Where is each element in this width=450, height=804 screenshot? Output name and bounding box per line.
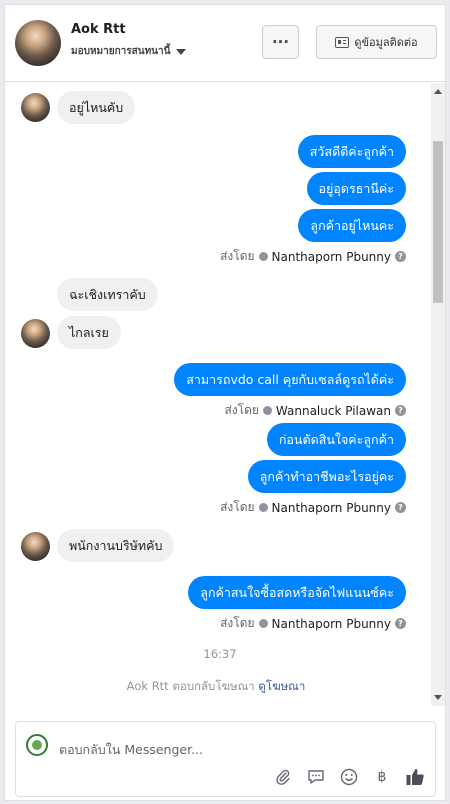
message-composer: ตอบกลับใน Messenger... ฿ bbox=[15, 721, 436, 797]
outgoing-message: สวัสดีดีค่ะลูกค้า bbox=[297, 135, 406, 168]
contact-avatar-small bbox=[21, 532, 50, 561]
sent-by-label: ส่งโดย Nanthaporn Pbunny ? bbox=[220, 247, 406, 266]
page-avatar bbox=[26, 734, 48, 756]
conversation-header: Aok Rtt มอบหมายการสนทนานี้ ··· ดูข้อมูลต… bbox=[5, 5, 445, 82]
sent-by-label: ส่งโดย Nanthaporn Pbunny ? bbox=[220, 498, 406, 517]
view-contact-button[interactable]: ดูข้อมูลติดต่อ bbox=[316, 25, 437, 59]
ad-reply-notice: Aok Rtt ตอบกลับโฆษณา ดูโฆษณา bbox=[5, 678, 427, 696]
sent-by-label: ส่งโดย Wannaluck Pilawan ? bbox=[224, 401, 406, 420]
check-icon bbox=[258, 503, 268, 512]
saved-reply-icon[interactable] bbox=[306, 767, 326, 787]
scroll-up-arrow-icon[interactable] bbox=[434, 89, 442, 94]
contact-card-icon bbox=[335, 36, 350, 48]
emoji-icon[interactable] bbox=[339, 767, 359, 787]
sender-name: Nanthaporn Pbunny bbox=[271, 249, 391, 264]
sent-by-prefix: ส่งโดย bbox=[220, 500, 255, 514]
outgoing-message: ลูกค้าอยู่ไหนคะ bbox=[298, 209, 406, 242]
sender-name: Nanthaporn Pbunny bbox=[271, 500, 391, 515]
baht-icon[interactable]: ฿ bbox=[372, 767, 392, 787]
check-icon bbox=[258, 252, 268, 261]
contact-avatar[interactable] bbox=[15, 20, 61, 66]
help-icon[interactable]: ? bbox=[395, 251, 406, 262]
check-icon bbox=[262, 406, 272, 415]
conversation-panel: Aok Rtt มอบหมายการสนทนานี้ ··· ดูข้อมูลต… bbox=[4, 4, 446, 801]
more-icon: ··· bbox=[271, 33, 290, 51]
sent-by-prefix: ส่งโดย bbox=[220, 249, 255, 263]
outgoing-message: ลูกค้าสนใจซื้อสดหรือจัดไฟแนนซ์คะ bbox=[188, 576, 406, 609]
sender-name: Nanthaporn Pbunny bbox=[271, 616, 391, 631]
chat-scrollbar[interactable] bbox=[431, 83, 445, 706]
scrollbar-thumb[interactable] bbox=[433, 141, 443, 303]
view-ad-link[interactable]: ดูโฆษณา bbox=[258, 679, 305, 693]
outgoing-message: อยู่อุดรธานีค่ะ bbox=[306, 172, 406, 205]
outgoing-message: ลูกค้าทำอาชีพอะไรอยู่คะ bbox=[247, 460, 406, 493]
help-icon[interactable]: ? bbox=[395, 502, 406, 513]
help-icon[interactable]: ? bbox=[395, 618, 406, 629]
sent-by-prefix: ส่งโดย bbox=[220, 616, 255, 630]
incoming-message: ฉะเชิงเทราคับ bbox=[57, 278, 158, 311]
help-icon[interactable]: ? bbox=[395, 405, 406, 416]
incoming-message: ไกลเรย bbox=[57, 316, 121, 349]
outgoing-message: ก่อนตัดสินใจค่ะลูกค้า bbox=[266, 423, 406, 456]
assign-label: มอบหมายการสนทนานี้ bbox=[71, 46, 171, 57]
outgoing-message: สามารถvdo call คุยกับเซลล์ดูรถได้ค่ะ bbox=[174, 363, 406, 396]
incoming-message: พนักงานบริษัทคับ bbox=[57, 529, 175, 562]
message-timestamp: 16:37 bbox=[203, 647, 237, 661]
ad-reply-text: Aok Rtt ตอบกลับโฆษณา bbox=[126, 679, 255, 693]
more-options-button[interactable]: ··· bbox=[262, 25, 299, 59]
scroll-down-arrow-icon[interactable] bbox=[434, 695, 442, 700]
sent-by-prefix: ส่งโดย bbox=[224, 403, 259, 417]
assign-conversation-dropdown[interactable]: มอบหมายการสนทนานี้ bbox=[71, 44, 187, 59]
contact-avatar-small bbox=[21, 319, 50, 348]
attachment-icon[interactable] bbox=[273, 767, 293, 787]
chevron-down-icon bbox=[176, 48, 187, 55]
sent-by-label: ส่งโดย Nanthaporn Pbunny ? bbox=[220, 614, 406, 633]
check-icon bbox=[258, 619, 268, 628]
composer-toolbar: ฿ bbox=[273, 767, 425, 787]
contact-avatar-small bbox=[21, 93, 50, 122]
message-list[interactable]: อยู่ไหนคับ สวัสดีดีค่ะลูกค้า อยู่อุดรธาน… bbox=[5, 83, 445, 706]
view-contact-label: ดูข้อมูลติดต่อ bbox=[354, 36, 418, 49]
incoming-message: อยู่ไหนคับ bbox=[57, 91, 136, 124]
reply-input[interactable]: ตอบกลับใน Messenger... bbox=[59, 740, 203, 760]
sender-name: Wannaluck Pilawan bbox=[275, 403, 391, 418]
like-icon[interactable] bbox=[405, 767, 425, 787]
contact-name[interactable]: Aok Rtt bbox=[71, 22, 126, 37]
